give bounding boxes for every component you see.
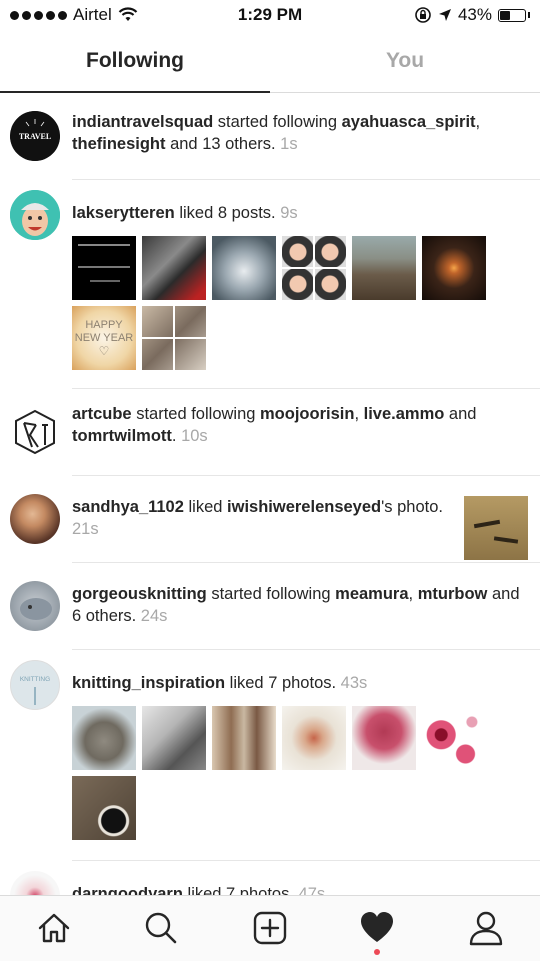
post-thumbnail[interactable]: HAPPY NEW YEAR ♡ — [72, 306, 136, 370]
target-user[interactable]: iwishiwerelenseyed — [227, 498, 381, 516]
separator: , — [475, 113, 481, 131]
target-user[interactable]: meamura — [335, 585, 408, 603]
tail-text: 's photo. — [381, 498, 443, 516]
timestamp: 24s — [140, 607, 168, 625]
search-icon[interactable] — [143, 910, 179, 946]
avatar[interactable] — [10, 871, 60, 895]
post-thumbnail[interactable] — [422, 236, 486, 300]
activity-indicator-dot — [374, 949, 380, 955]
action-text: liked 7 photos. — [225, 674, 341, 692]
action-text: liked 7 photos. — [182, 885, 299, 895]
timestamp: 21s — [72, 520, 99, 538]
activity-item[interactable]: KNITTING knitting_inspiration liked 7 ph… — [10, 650, 540, 861]
liked-posts-grid — [72, 706, 492, 840]
post-thumbnail[interactable] — [464, 496, 528, 560]
username[interactable]: artcube — [72, 405, 132, 423]
separator: and — [444, 405, 477, 423]
username[interactable]: sandhya_1102 — [72, 498, 184, 516]
action-text: started following — [131, 405, 261, 423]
avatar[interactable]: TRAVEL — [10, 111, 60, 161]
activity-item[interactable]: artcube started following moojoorisin, l… — [11, 389, 540, 476]
avatar[interactable] — [10, 407, 60, 457]
post-thumbnail[interactable] — [142, 706, 206, 770]
bottom-tab-bar — [0, 895, 540, 961]
timestamp: 47s — [298, 885, 326, 895]
avatar[interactable]: KNITTING — [10, 660, 60, 710]
post-thumbnail[interactable] — [72, 236, 136, 300]
tab-following[interactable]: Following — [0, 30, 270, 92]
activity-item[interactable]: sandhya_1102 liked iwishiwerelenseyed's … — [10, 476, 540, 563]
heart-icon[interactable] — [359, 910, 395, 946]
target-user[interactable]: ayahuasca_spirit — [342, 113, 476, 131]
heart-outline-icon: ♡ — [98, 343, 110, 358]
timestamp: 43s — [340, 674, 368, 692]
tab-you[interactable]: You — [270, 30, 540, 92]
post-thumbnail[interactable] — [282, 706, 346, 770]
thumbnail-caption: NEW YEAR — [74, 331, 134, 344]
activity-item[interactable]: lakserytteren liked 8 posts. 9s HAPPY NE… — [10, 180, 540, 389]
liked-posts-grid: HAPPY NEW YEAR ♡ — [72, 236, 492, 370]
action-text: liked 8 posts. — [174, 204, 281, 222]
travel-logo-text: TRAVEL — [19, 132, 51, 141]
post-thumbnail[interactable] — [212, 236, 276, 300]
username[interactable]: knitting_inspiration — [72, 674, 225, 692]
post-thumbnail[interactable] — [142, 306, 206, 370]
username[interactable]: lakserytteren — [72, 204, 175, 222]
post-thumbnail[interactable] — [422, 706, 486, 770]
add-post-icon[interactable] — [252, 910, 288, 946]
battery-icon — [498, 8, 526, 22]
post-thumbnail[interactable] — [72, 706, 136, 770]
profile-icon[interactable] — [468, 910, 504, 946]
timestamp: 10s — [181, 427, 208, 445]
home-icon[interactable] — [36, 910, 72, 946]
separator: , — [354, 405, 360, 423]
knitting-logo-text: KNITTING — [20, 676, 50, 683]
post-thumbnail[interactable] — [72, 776, 136, 840]
location-arrow-icon — [438, 9, 451, 21]
username[interactable]: indiantravelsquad — [72, 113, 213, 131]
rotation-lock-icon — [415, 7, 431, 23]
target-user[interactable]: tomrtwilmott — [72, 427, 172, 445]
activity-item[interactable]: darngoodyarn liked 7 photos. 47s — [10, 861, 540, 895]
timestamp: 9s — [280, 204, 298, 222]
thumbnail-caption: HAPPY — [85, 318, 123, 331]
tail-text: . — [171, 427, 182, 445]
action-text: started following — [206, 585, 336, 603]
activity-item[interactable]: TRAVEL indiantravelsquad started followi… — [10, 93, 540, 180]
target-user[interactable]: live.ammo — [364, 405, 445, 423]
activity-item[interactable]: gorgeousknitting started following meamu… — [10, 563, 540, 650]
separator: , — [408, 585, 414, 603]
avatar[interactable] — [10, 494, 60, 544]
battery-percent: 43% — [457, 5, 492, 24]
timestamp: 1s — [280, 135, 298, 153]
tail-text: and 13 others. — [165, 135, 281, 153]
avatar[interactable] — [10, 190, 60, 240]
status-bar: Airtel 1:29 PM 43% — [0, 0, 540, 30]
post-thumbnail[interactable] — [212, 706, 276, 770]
target-user[interactable]: moojoorisin — [260, 405, 354, 423]
username[interactable]: darngoodyarn — [72, 885, 183, 895]
avatar[interactable] — [10, 581, 60, 631]
activity-tabs: Following You — [0, 30, 540, 93]
activity-feed[interactable]: TRAVEL indiantravelsquad started followi… — [0, 93, 540, 895]
post-thumbnail[interactable] — [352, 236, 416, 300]
username[interactable]: gorgeousknitting — [72, 585, 207, 603]
action-text: liked — [183, 498, 228, 516]
target-user[interactable]: mturbow — [418, 585, 488, 603]
post-thumbnail[interactable] — [142, 236, 206, 300]
target-user[interactable]: thefinesight — [72, 135, 166, 153]
post-thumbnail[interactable] — [282, 236, 346, 300]
post-thumbnail[interactable] — [352, 706, 416, 770]
action-text: started following — [213, 113, 342, 131]
